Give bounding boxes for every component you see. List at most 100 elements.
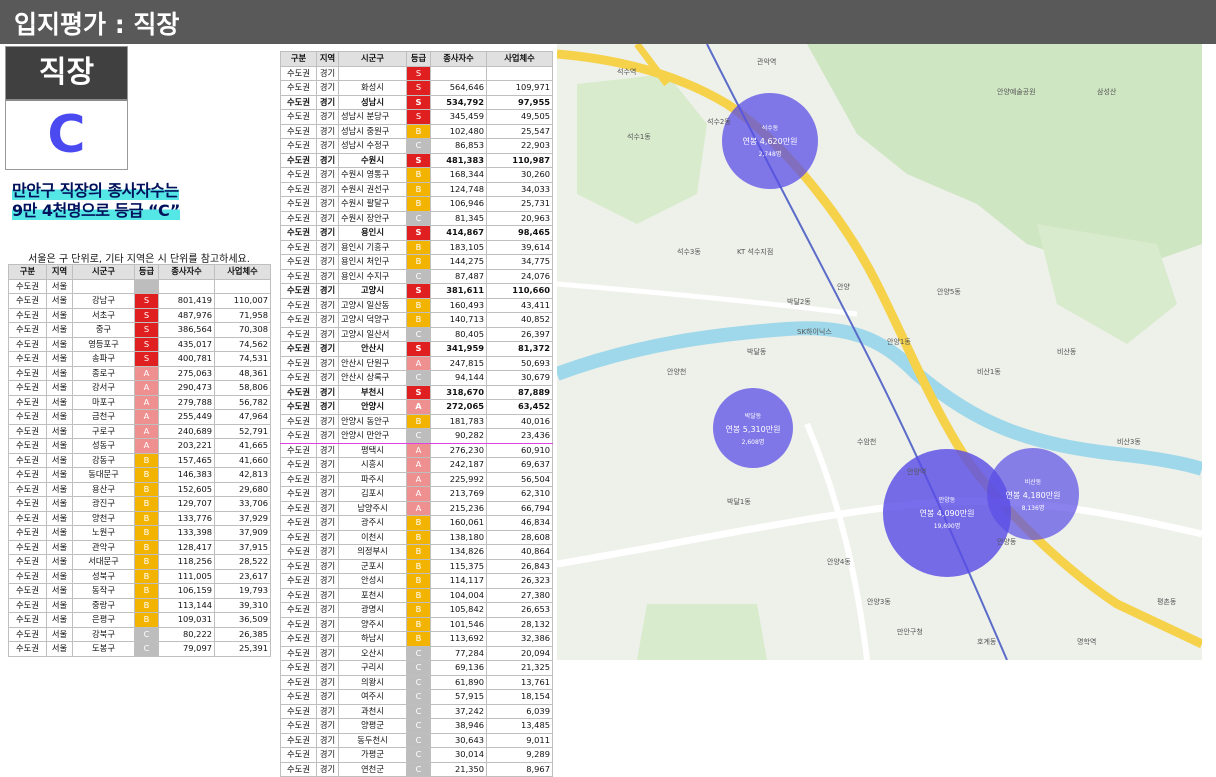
table-cell: 69,136 — [430, 660, 487, 676]
table-cell: 강남구 — [72, 293, 135, 309]
table-cell: 서울 — [46, 583, 73, 599]
table-cell: 수도권 — [280, 428, 317, 444]
table-cell: 수도권 — [8, 525, 47, 541]
grade-cell: C — [406, 674, 431, 690]
grade-cell: B — [406, 297, 431, 313]
table-cell: 87,487 — [430, 268, 487, 284]
table-cell: 수도권 — [280, 312, 317, 328]
table-cell: 수원시 팔달구 — [338, 196, 407, 212]
table-cell: 안성시 — [338, 573, 407, 589]
table-cell: 구로구 — [72, 423, 135, 439]
table-cell: 금천구 — [72, 409, 135, 425]
map-place-label: 안양 — [837, 282, 850, 291]
map-place-label: 안양역 — [907, 467, 926, 476]
table-cell: 106,946 — [430, 196, 487, 212]
table-cell: 수도권 — [280, 181, 317, 197]
circle-seoksu-income: 연봉 4,620만원 — [743, 137, 798, 146]
table-cell: 수도권 — [8, 510, 47, 526]
grade-cell: B — [406, 558, 431, 574]
table-cell: 118,256 — [158, 554, 215, 570]
table-row: 수도권 경기 고양시 일산동 B 160,493 43,411 — [280, 297, 553, 313]
table-cell: 마포구 — [72, 394, 135, 410]
table-cell: 남양주시 — [338, 500, 407, 516]
table-cell: 중구 — [72, 322, 135, 338]
table-cell: 안산시 상록구 — [338, 370, 407, 386]
table-cell: 경기 — [316, 138, 339, 154]
grade-cell: C — [406, 645, 431, 661]
circle-anyang-income: 연봉 4,090만원 — [920, 509, 975, 518]
table-cell: 수도권 — [8, 568, 47, 584]
table-cell: 39,310 — [214, 597, 271, 613]
table-cell: 24,076 — [486, 268, 553, 284]
table-cell: 60,910 — [486, 442, 553, 458]
table-cell: 28,522 — [214, 554, 271, 570]
table-cell: 수도권 — [280, 457, 317, 473]
table-cell: 46,834 — [486, 515, 553, 531]
table-cell: 124,748 — [430, 181, 487, 197]
table-cell: 구리시 — [338, 660, 407, 676]
table-cell: 140,713 — [430, 312, 487, 328]
map-place-label: 석수역 — [617, 67, 636, 76]
table-cell: 275,063 — [158, 365, 215, 381]
table-cell: 동작구 — [72, 583, 135, 599]
column-header: 사업체수 — [214, 264, 271, 280]
table-cell: 수도권 — [280, 210, 317, 226]
table-cell: 수도권 — [8, 380, 47, 396]
table-cell: 서울 — [46, 568, 73, 584]
table-cell: 수도권 — [8, 423, 47, 439]
table-cell: 성남시 중원구 — [338, 123, 407, 139]
table-row: 수도권 경기 용인시 처인구 B 144,275 34,775 — [280, 254, 553, 270]
table-cell: 381,611 — [430, 283, 487, 299]
column-header: 구분 — [280, 51, 317, 67]
table-cell: 34,775 — [486, 254, 553, 270]
table-cell: 247,815 — [430, 355, 487, 371]
table-cell: 102,480 — [430, 123, 487, 139]
page-header: 입지평가 : 직장 — [0, 0, 1216, 44]
table-cell: 74,531 — [214, 351, 271, 367]
table-row: 수도권 서울 중구 S 386,564 70,308 — [8, 322, 271, 338]
table-cell: 41,660 — [214, 452, 271, 468]
table-cell: 용인시 기흥구 — [338, 239, 407, 255]
road-white-3 — [557, 281, 858, 317]
table-row: 수도권 서울 강서구 A 290,473 58,806 — [8, 380, 271, 396]
table-cell: 133,776 — [158, 510, 215, 526]
table-cell: 경기 — [316, 370, 339, 386]
table-cell: 수원시 권선구 — [338, 181, 407, 197]
table-cell: 106,159 — [158, 583, 215, 599]
table-row: 수도권 경기 평택시 A 276,230 60,910 — [280, 442, 553, 458]
grade-box: 직장 C — [5, 46, 128, 170]
table-cell: 관악구 — [72, 539, 135, 555]
column-header: 지역 — [46, 264, 73, 280]
table-cell: 경기 — [316, 123, 339, 139]
table-row: 수도권 서울 영등포구 S 435,017 74,562 — [8, 336, 271, 352]
column-header: 종사자수 — [430, 51, 487, 67]
seoul-worker-table: 구분 지역 시군구 등급 종사자수 사업체수 수도권 서울 수도권 서울 강남구 S 801,419 11… — [8, 264, 271, 657]
table-cell: 39,614 — [486, 239, 553, 255]
grade-cell: A — [406, 457, 431, 473]
table-row: 수도권 경기 성남시 중원구 B 102,480 25,547 — [280, 123, 553, 139]
table-cell: 수도권 — [8, 365, 47, 381]
table-cell: 경기 — [316, 631, 339, 647]
table-cell: 수원시 영통구 — [338, 167, 407, 183]
table-cell: 37,909 — [214, 525, 271, 541]
table-cell: 경기 — [316, 428, 339, 444]
circle-bisan-name: 비산동 — [1025, 478, 1042, 486]
table-cell: 양천구 — [72, 510, 135, 526]
district-map[interactable]: 석수동 연봉 4,620만원 2,748명 박달동 연봉 5,310만원 2,6… — [557, 44, 1202, 660]
table-cell: 129,707 — [158, 496, 215, 512]
table-cell: 경기 — [316, 297, 339, 313]
table-cell: 수도권 — [8, 597, 47, 613]
table-cell: 강서구 — [72, 380, 135, 396]
table-cell: 서울 — [46, 554, 73, 570]
table-row: 수도권 경기 용인시 수지구 C 87,487 24,076 — [280, 268, 553, 284]
table1-header-row: 구분 지역 시군구 등급 종사자수 사업체수 — [8, 264, 271, 280]
table-cell: 용인시 — [338, 225, 407, 241]
table-cell: 40,864 — [486, 544, 553, 560]
table-cell: 경기 — [316, 94, 339, 110]
table-cell: 수도권 — [8, 481, 47, 497]
table-cell: 과천시 — [338, 703, 407, 719]
table-cell: 수도권 — [8, 554, 47, 570]
table-cell: 26,323 — [486, 573, 553, 589]
table-row: 수도권 서울 구로구 A 240,689 52,791 — [8, 423, 271, 439]
grade-cell: S — [406, 341, 431, 357]
